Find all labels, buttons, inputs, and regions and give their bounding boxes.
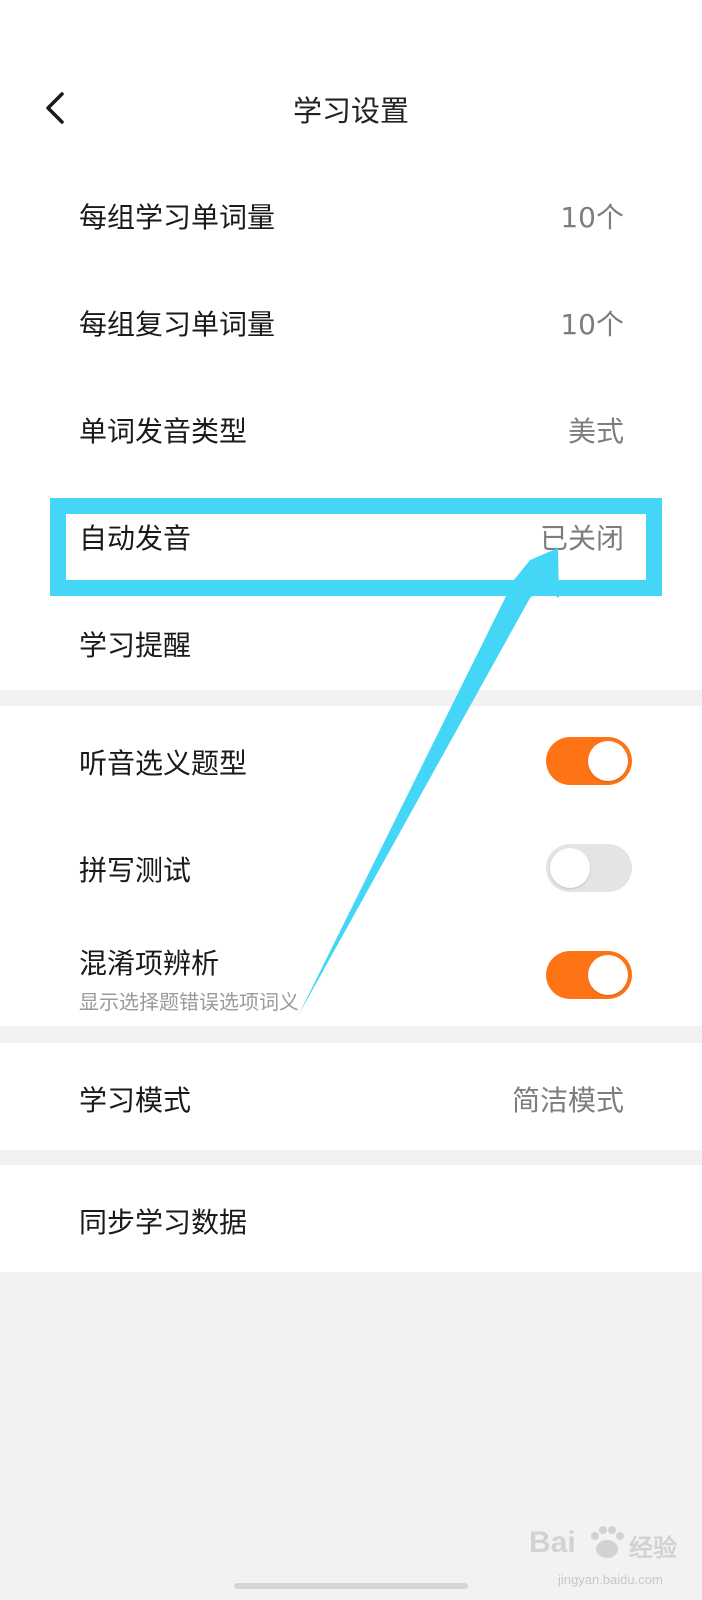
header-bar: 学习设置 [0,0,702,160]
toggle-knob [550,848,590,888]
setting-row-auto-pronounce[interactable]: 自动发音 已关闭 [0,481,702,589]
setting-row-confusion-analysis: 混淆项辨析 显示选择题错误选项词义 [0,920,702,1028]
setting-row-listen-choose: 听音选义题型 [0,706,702,814]
baidu-watermark: Bai 经验 [525,1512,693,1580]
toggle-knob [588,741,628,781]
watermark-brand: Bai [529,1526,576,1559]
settings-section-question-types: 听音选义题型 拼写测试 混淆项辨析 显示选择题错误选项词义 [0,706,702,1026]
home-indicator[interactable] [234,1583,468,1589]
listen-choose-toggle[interactable] [546,737,632,785]
toggle-knob [588,955,628,995]
setting-row-pronunciation-type[interactable]: 单词发音类型 美式 [0,374,702,482]
setting-value: 已关闭 [539,522,624,555]
setting-label: 同步学习数据 [79,1206,248,1239]
setting-value: 10个 [560,308,624,341]
setting-row-study-reminder[interactable]: 学习提醒 [0,588,702,696]
setting-label: 学习模式 [79,1084,192,1117]
setting-label: 学习提醒 [79,629,192,662]
spelling-test-toggle[interactable] [546,844,632,892]
setting-label: 单词发音类型 [79,415,248,448]
setting-label: 混淆项辨析 [79,947,220,980]
setting-row-sync-data[interactable]: 同步学习数据 [0,1165,702,1273]
settings-section-basic: 每组学习单词量 10个 每组复习单词量 10个 单词发音类型 美式 自动发音 已… [0,160,702,690]
setting-value: 10个 [560,201,624,234]
watermark-url: jingyan.baidu.com [558,1572,663,1587]
setting-label: 每组复习单词量 [79,308,276,341]
confusion-analysis-toggle[interactable] [546,951,632,999]
paw-icon [591,1526,624,1558]
setting-row-study-mode[interactable]: 学习模式 简洁模式 [0,1043,702,1151]
setting-row-review-count[interactable]: 每组复习单词量 10个 [0,267,702,375]
setting-label: 每组学习单词量 [79,201,276,234]
settings-section-mode: 学习模式 简洁模式 [0,1043,702,1150]
page-title: 学习设置 [292,94,409,128]
setting-row-study-count[interactable]: 每组学习单词量 10个 [0,160,702,268]
setting-label: 听音选义题型 [79,747,248,780]
setting-value: 简洁模式 [511,1084,624,1117]
settings-section-sync: 同步学习数据 [0,1165,702,1272]
setting-value: 美式 [567,415,624,448]
setting-label: 拼写测试 [79,854,192,887]
setting-sublabel: 显示选择题错误选项词义 [79,990,299,1014]
setting-label: 自动发音 [79,522,192,555]
setting-row-spelling-test: 拼写测试 [0,813,702,921]
watermark-suffix: 经验 [629,1535,677,1562]
